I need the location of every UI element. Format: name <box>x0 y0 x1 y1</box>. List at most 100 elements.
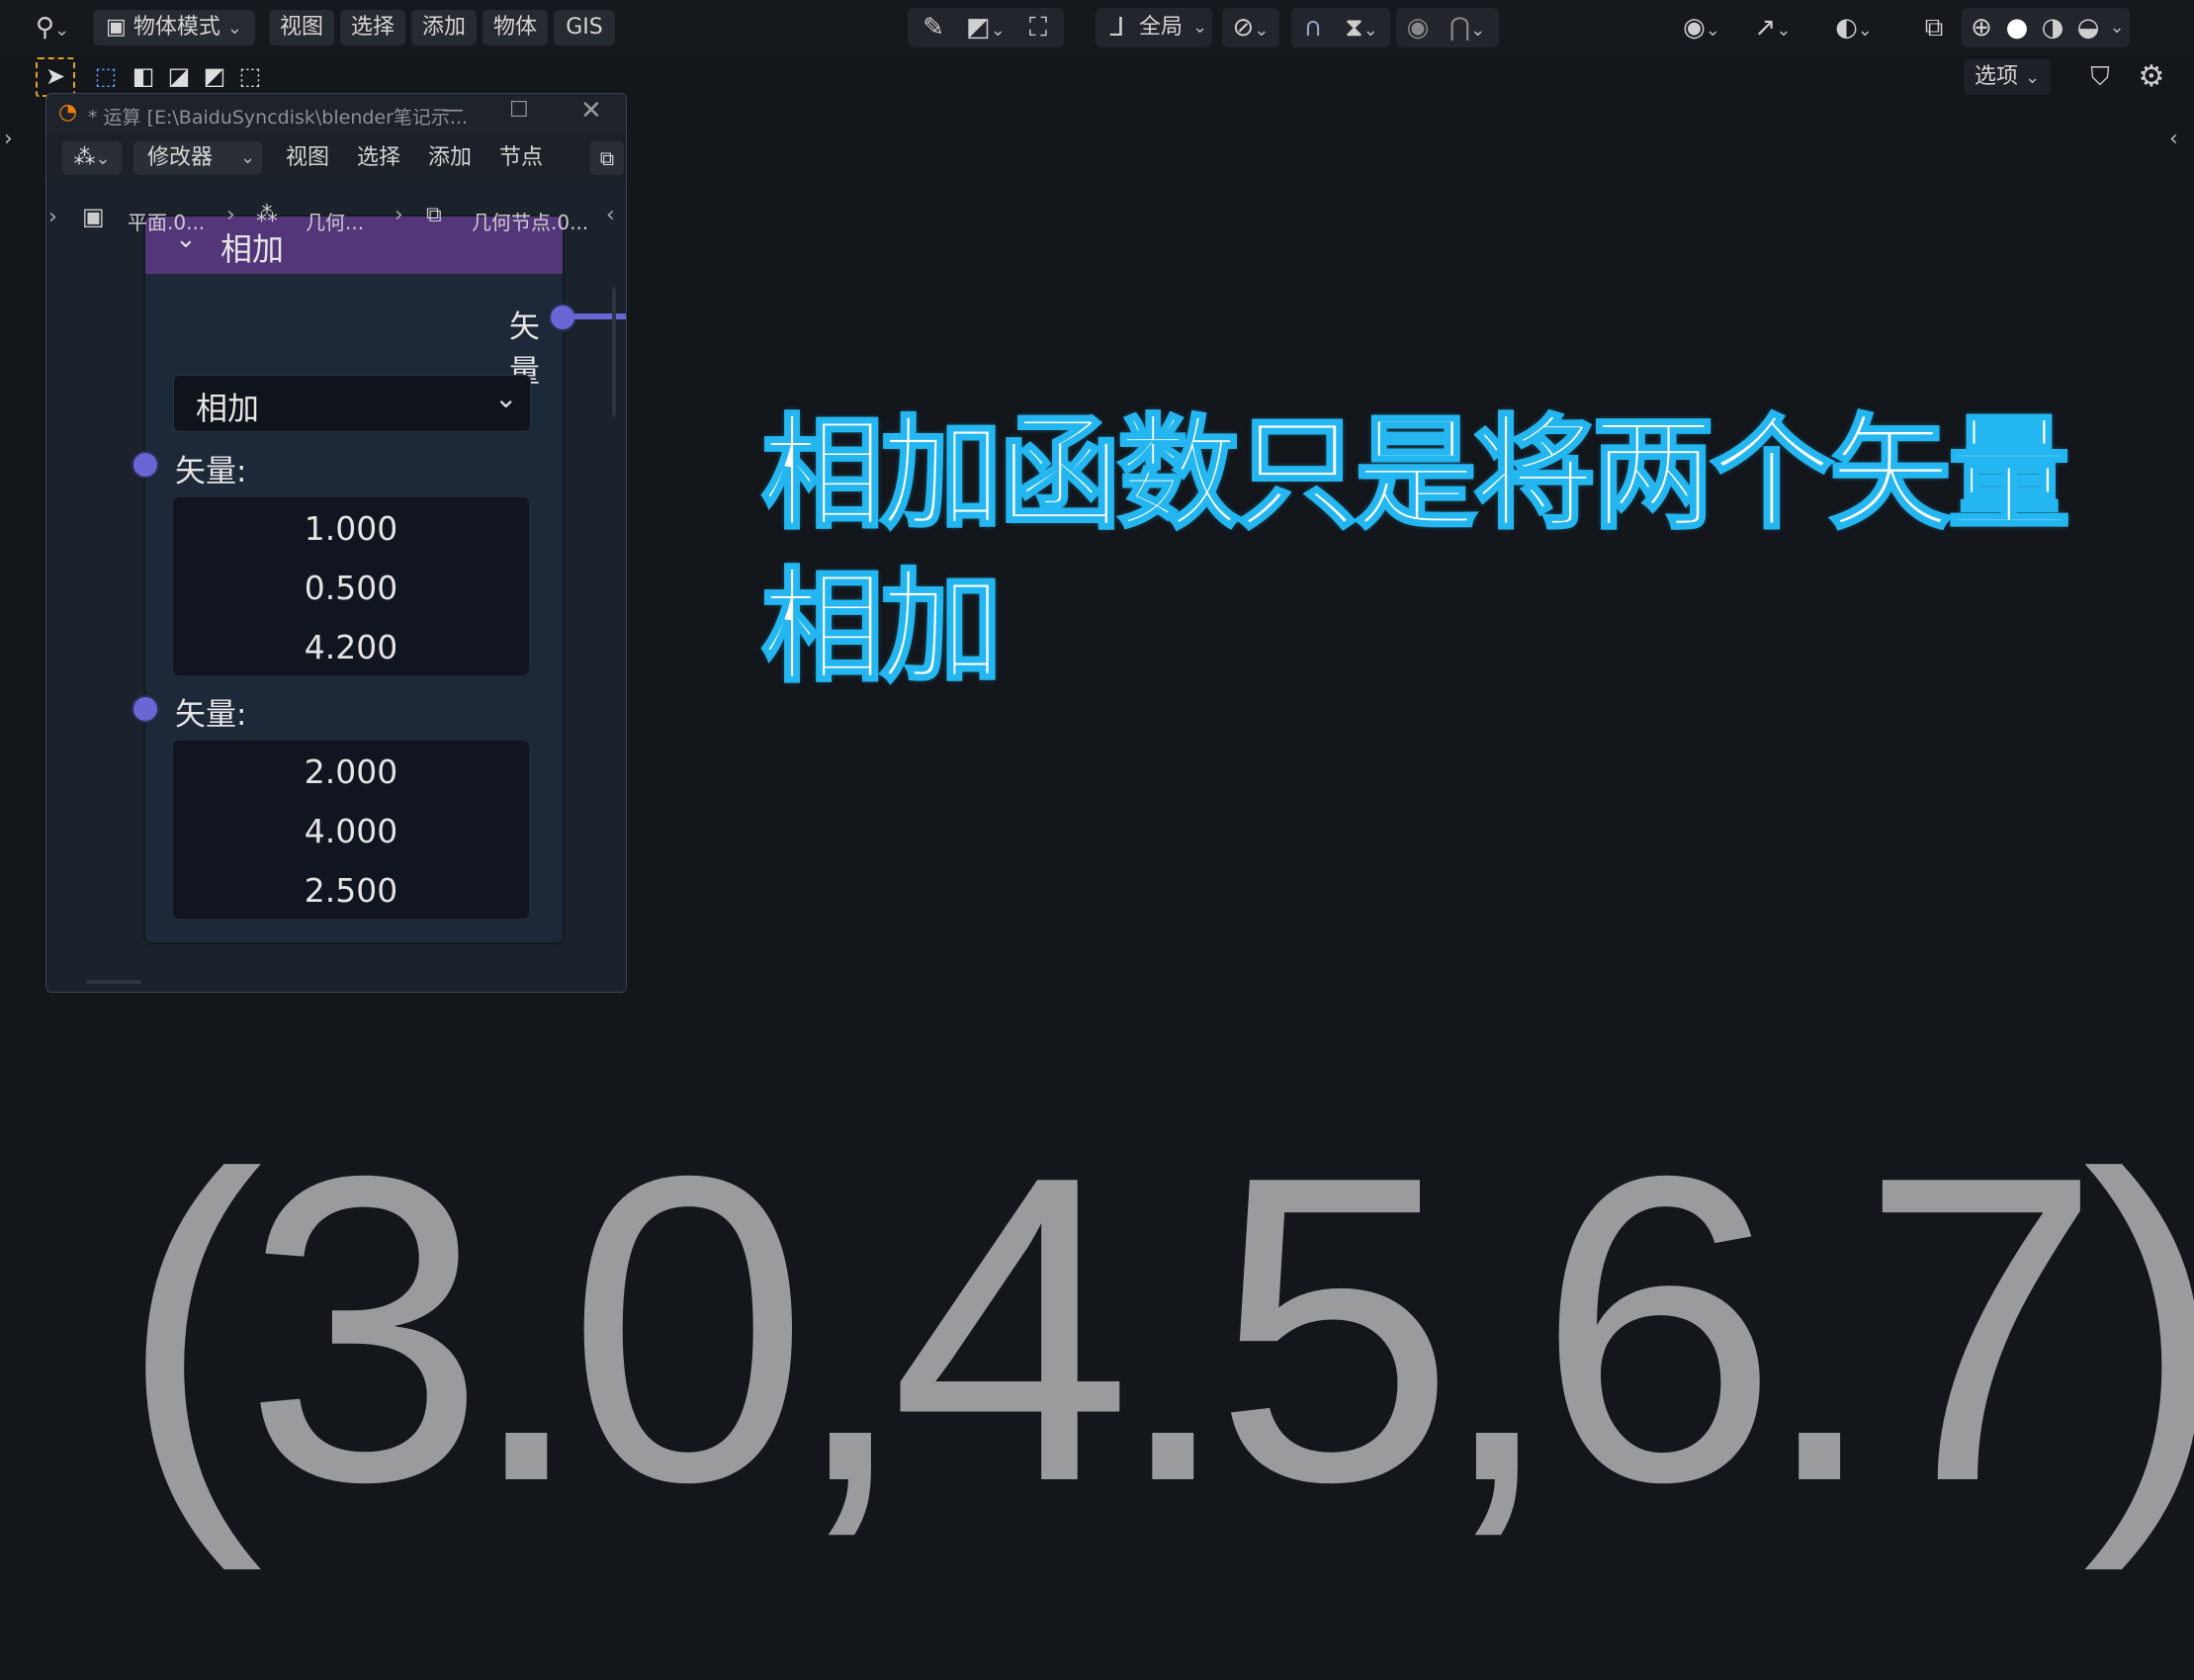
close-icon[interactable]: ✕ <box>580 96 602 126</box>
left-panel-expand-icon[interactable]: › <box>4 127 13 151</box>
node-menu-add[interactable]: 添加 <box>428 141 472 175</box>
node-editor-window: ◔ * 运算 [E:\BaiduSyncdisk\blender笔记示... —… <box>45 93 627 993</box>
input-socket-1[interactable] <box>132 451 159 479</box>
node-menu-select[interactable]: 选择 <box>357 141 400 175</box>
vector-input-1: 1.000 0.500 4.200 <box>173 497 529 675</box>
menu-view[interactable]: 视图 <box>269 10 334 45</box>
vector-math-node[interactable]: ⌄ 相加 矢量 相加 ⌄ 矢量: 1.000 0.500 4.200 矢量: 2… <box>132 217 626 942</box>
breadcrumb-object[interactable]: 平面.0... <box>128 207 205 235</box>
viewport-header: ⚲⌄ ▣ 物体模式 ⌄ 视图 选择 添加 物体 GIS ✎ ◩⌄ ⛶ ⅃ 全局 … <box>0 0 2194 55</box>
right-panel-expand-icon[interactable]: ‹ <box>2169 127 2178 151</box>
gear-icon[interactable]: ⚙ <box>2132 57 2171 97</box>
shading-tools-group: ✎ ◩⌄ ⛶ <box>908 8 1064 47</box>
object-mode-icon: ▣ <box>106 15 127 40</box>
menu-add[interactable]: 添加 <box>411 10 477 45</box>
node-editor-type-icon[interactable]: ⁂⌄ <box>62 141 122 175</box>
node-menu-node[interactable]: 节点 <box>499 141 543 175</box>
chevron-right-icon: › <box>226 203 235 227</box>
falloff-icon[interactable]: ⋂⌄ <box>1440 8 1495 47</box>
menu-select[interactable]: 选择 <box>340 10 405 45</box>
orientation-label: 全局 <box>1139 15 1184 40</box>
operation-dropdown[interactable]: 相加 ⌄ <box>173 375 531 432</box>
wireframe-shading-icon[interactable]: ⊕ <box>1964 8 1999 47</box>
horizontal-scrollbar[interactable] <box>86 980 141 984</box>
proportional-edit-icon[interactable]: ◉ <box>1398 8 1438 47</box>
mode-label: 物体模式 <box>132 15 220 40</box>
modifier-icon: ⁂ <box>256 203 278 227</box>
minimize-icon[interactable]: — <box>442 98 464 123</box>
caption-line-2: 相加 <box>759 556 1004 701</box>
overlay-icon[interactable]: ◐⌄ <box>1821 8 1887 47</box>
vector-1-y-field[interactable]: 0.500 <box>173 569 529 607</box>
chevron-right-icon[interactable]: › <box>48 205 57 229</box>
node-group-icon: ⧉ <box>426 203 442 227</box>
options-dropdown[interactable]: 选项 ⌄ <box>1964 59 2051 95</box>
filter-icon[interactable]: ⛉ <box>2080 57 2120 97</box>
snap-group: ∩ ⧗⌄ <box>1291 8 1390 47</box>
mode-dropdown[interactable]: ▣ 物体模式 ⌄ <box>93 10 255 45</box>
orientation-icon: ⅃ <box>1109 13 1125 43</box>
node-menu-view[interactable]: 视图 <box>286 141 329 175</box>
pivot-dropdown[interactable]: ⊘⌄ <box>1222 8 1279 47</box>
editor-subtype-label: 修改器 <box>147 145 214 170</box>
curve-icon[interactable]: ◩⌄ <box>957 8 1014 47</box>
vector-input-2: 2.000 4.000 2.500 <box>173 741 529 919</box>
chevron-down-icon: ⌄ <box>1192 17 1208 38</box>
input-socket-2[interactable] <box>132 695 159 723</box>
node-editor-header: ⁂⌄ 修改器 ⌄ 视图 选择 添加 节点 ⧉ <box>46 133 626 181</box>
output-socket[interactable] <box>549 304 576 331</box>
menu-gis[interactable]: GIS <box>554 10 615 45</box>
operation-label: 相加 <box>196 390 260 427</box>
breadcrumb-modifier[interactable]: 几何... <box>306 207 364 235</box>
solid-shading-icon[interactable]: ● <box>1999 8 2035 47</box>
maximize-icon[interactable]: ☐ <box>509 98 529 123</box>
object-icon: ▣ <box>82 203 105 230</box>
breadcrumb: › ▣ 平面.0... › ⁂ 几何... › ⧉ 几何节点.0... ‹ <box>46 197 626 240</box>
vector-1-z-field[interactable]: 4.200 <box>173 628 529 666</box>
box-select-icon[interactable]: ⬚ <box>89 59 123 93</box>
select-extend-icon[interactable]: ◧ <box>127 59 160 93</box>
gizmo-icon[interactable]: ↗⌄ <box>1740 8 1805 47</box>
options-label: 选项 <box>1974 64 2018 89</box>
editor-subtype-dropdown[interactable]: 修改器 ⌄ <box>133 141 262 175</box>
chevron-right-icon: › <box>395 203 403 227</box>
vertical-scrollbar[interactable] <box>612 288 616 416</box>
editor-type-icon[interactable]: ⚲⌄ <box>24 8 81 47</box>
select-tool-icon[interactable]: ➤ <box>36 57 75 97</box>
input-label-1: 矢量: <box>175 454 247 489</box>
xray-icon[interactable]: ⧉ <box>1916 8 1952 47</box>
chevron-down-icon[interactable]: ⌄ <box>2106 8 2128 47</box>
shading-mode-group: ⊕ ● ◑ ◒ ⌄ <box>1962 8 2130 47</box>
node-tree-icon[interactable]: ⧉ <box>590 141 624 175</box>
chevron-left-icon[interactable]: ‹ <box>606 203 615 227</box>
window-titlebar: ◔ * 运算 [E:\BaiduSyncdisk\blender笔记示... —… <box>46 94 626 133</box>
vector-2-x-field[interactable]: 2.000 <box>173 752 529 791</box>
chevron-down-icon: ⌄ <box>240 147 256 168</box>
caption-line-1: 相加函数只是将两个矢量 <box>759 402 2071 548</box>
chevron-down-icon: ⌄ <box>494 382 518 414</box>
vector-1-x-field[interactable]: 1.000 <box>173 509 529 548</box>
result-vector-text: (3.0,4.5,6.7) <box>119 1087 2194 1572</box>
select-subtract-icon[interactable]: ◪ <box>162 59 196 93</box>
eye-icon[interactable]: ◉⌄ <box>1673 8 1730 47</box>
vector-2-y-field[interactable]: 4.000 <box>173 812 529 850</box>
output-link <box>574 313 626 319</box>
snap-icon[interactable]: ⧗⌄ <box>1335 8 1388 47</box>
vector-2-z-field[interactable]: 2.500 <box>173 871 529 910</box>
rendered-shading-icon[interactable]: ◒ <box>2070 8 2106 47</box>
magnet-icon[interactable]: ∩ <box>1293 8 1333 47</box>
material-shading-icon[interactable]: ◑ <box>2035 8 2070 47</box>
sculpt-icon[interactable]: ⛶ <box>1018 8 1058 47</box>
blender-logo-icon: ◔ <box>58 100 78 125</box>
menu-object[interactable]: 物体 <box>483 10 548 45</box>
proportional-group: ◉ ⋂⌄ <box>1396 8 1499 47</box>
select-intersect-icon[interactable]: ⬚ <box>233 59 267 93</box>
breadcrumb-node-group[interactable]: 几何节点.0... <box>472 207 588 235</box>
select-invert-icon[interactable]: ◩ <box>198 59 231 93</box>
pivot-icon: ⊘⌄ <box>1232 13 1270 43</box>
chevron-down-icon: ⌄ <box>226 18 242 39</box>
orientation-dropdown[interactable]: ⅃ 全局 ⌄ <box>1096 8 1212 47</box>
input-label-2: 矢量: <box>175 697 247 733</box>
window-title: * 运算 [E:\BaiduSyncdisk\blender笔记示... <box>88 107 469 129</box>
eyedropper-icon[interactable]: ✎ <box>914 8 953 47</box>
